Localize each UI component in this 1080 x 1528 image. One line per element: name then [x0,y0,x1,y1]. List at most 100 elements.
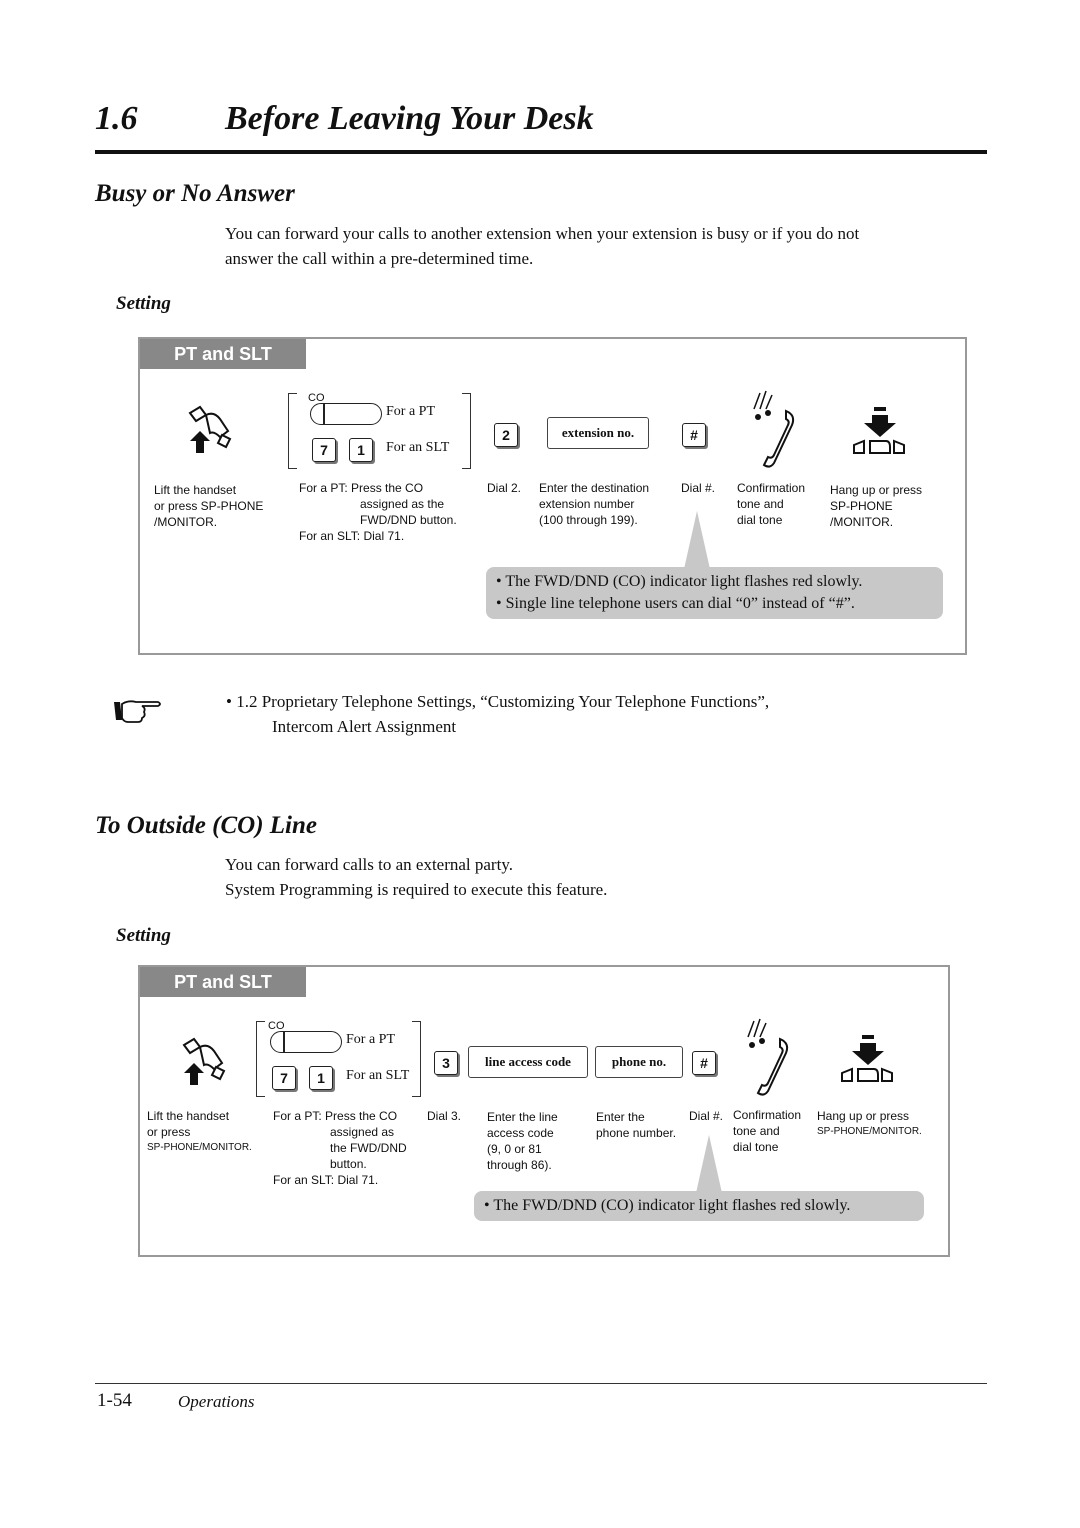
caption-line: SP-PHONE/MONITOR. [817,1126,922,1137]
note-item: • The FWD/DND (CO) indicator light flash… [484,1197,851,1214]
for-pt-label: For a PT [386,404,435,419]
for-slt-label: For an SLT [386,440,450,455]
step-hangup-caption: Hang up or press SP-PHONE /MONITOR. [830,482,922,530]
key-2[interactable]: 2 [494,423,518,447]
reference-text: 1.2 Proprietary Telephone Settings, “Cus… [236,692,770,711]
outside-title: To Outside (CO) Line [95,812,317,839]
page-number: 1-54 [97,1390,132,1411]
section-number: 1.6 [95,100,138,137]
bracket-left [288,393,297,469]
key-7[interactable]: 7 [272,1066,296,1090]
hang-up-icon [853,407,905,454]
caption-line: assigned as the [360,497,445,511]
caption-line: For a PT: Press the CO [273,1109,398,1123]
handset-lift-icon [182,1037,226,1085]
footer-section: Operations [178,1392,255,1411]
note-pointer [696,1135,722,1193]
bracket-left [256,1021,265,1097]
caption-line: Enter the destination [539,481,650,495]
busy-intro: You can forward your calls to another ex… [225,221,859,271]
co-button[interactable] [310,403,382,425]
step-tone-caption: Confirmation tone and dial tone [737,480,805,528]
outside-setting-label: Setting [116,925,171,946]
extension-no-field[interactable]: extension no. [547,417,649,449]
section-heading: 1.6 Before Leaving Your Desk [95,100,594,138]
key-1[interactable]: 1 [309,1066,333,1090]
key-7[interactable]: 7 [312,438,336,462]
co-button[interactable] [270,1031,342,1053]
outside-tab: PT and SLT [140,967,306,997]
caption-line: For an SLT: Dial 71. [299,529,405,543]
caption-line: or press [147,1125,191,1139]
reference-line: Intercom Alert Assignment [272,717,457,736]
step-dial3-caption: Dial 3. [427,1109,462,1123]
step-dialhash-caption: Dial #. [681,481,716,495]
caption-line: Confirmation [733,1108,802,1122]
key-hash[interactable]: # [692,1051,716,1075]
key-3[interactable]: 3 [434,1051,458,1075]
outside-notes: • The FWD/DND (CO) indicator light flash… [474,1191,924,1221]
busy-intro-line: answer the call within a pre-determined … [225,249,534,268]
caption-line: assigned as [330,1125,395,1139]
step-phone-caption: Enter the phone number. [596,1109,676,1141]
outside-procedure-panel: PT and SLT CO For a PT 7 1 For an SLT 3 … [138,965,950,1257]
note-item: • The FWD/DND (CO) indicator light flash… [496,573,863,590]
for-pt-label: For a PT [346,1032,395,1047]
step-lift-caption: Lift the handset or press SP-PHONE /MONI… [154,482,263,530]
caption-line: dial tone [737,513,783,527]
caption-line: dial tone [733,1140,779,1154]
note-text: The FWD/DND (CO) indicator light flashes… [505,573,863,590]
caption-line: or press SP-PHONE [154,499,264,513]
step-tone-caption: Confirmation tone and dial tone [733,1107,801,1155]
phone-no-field[interactable]: phone no. [595,1046,683,1078]
caption-line: Enter the [596,1110,645,1124]
caption-line: Hang up or press [817,1109,910,1123]
busy-tab: PT and SLT [140,339,306,369]
confirmation-tone-icon [747,1018,789,1096]
step-co-caption: For a PT: Press the CO assigned as the F… [273,1108,407,1188]
for-slt-label: For an SLT [346,1068,410,1083]
confirmation-tone-icon [753,390,795,468]
step-co-caption: For a PT: Press the CO assigned as the F… [299,480,457,544]
reference-line: • 1.2 Proprietary Telephone Settings, “C… [226,692,770,711]
caption-line: Hang up or press [830,483,923,497]
step-lac-caption: Enter the line access code (9, 0 or 81 t… [487,1109,558,1173]
caption-line: extension number [539,497,635,511]
caption-line: FWD/DND button. [360,513,457,527]
caption-line: SP-PHONE [830,499,893,513]
outside-intro-line: You can forward calls to an external par… [225,855,513,874]
heading-rule [95,150,987,154]
caption-line: For an SLT: Dial 71. [273,1173,379,1187]
bracket-right [462,393,471,469]
busy-intro-line: You can forward your calls to another ex… [225,224,860,243]
note-pointer [684,511,710,569]
note-item: • Single line telephone users can dial “… [496,595,855,612]
key-hash[interactable]: # [682,423,706,447]
caption-line: SP-PHONE/MONITOR. [147,1142,252,1153]
pointing-hand-icon [114,700,161,723]
step-hangup-caption: Hang up or press SP-PHONE/MONITOR. [817,1108,922,1140]
caption-line: access code [487,1126,554,1140]
caption-line: through 86). [487,1158,552,1172]
caption-line: tone and [733,1124,780,1138]
caption-line: /MONITOR. [830,515,894,529]
caption-line: (9, 0 or 81 [487,1142,542,1156]
caption-line: For a PT: Press the CO [299,481,424,495]
line-access-code-field[interactable]: line access code [468,1046,588,1078]
caption-line: (100 through 199). [539,513,638,527]
outside-intro-line: System Programming is required to execut… [225,880,608,899]
caption-line: /MONITOR. [154,515,218,529]
outside-intro: You can forward calls to an external par… [225,852,607,902]
key-1[interactable]: 1 [349,438,373,462]
busy-notes: • The FWD/DND (CO) indicator light flash… [486,567,943,619]
note-text: Single line telephone users can dial “0”… [505,595,855,612]
step-lift-caption: Lift the handset or press SP-PHONE/MONIT… [147,1108,252,1156]
step-ext-caption: Enter the destination extension number (… [539,480,649,528]
caption-line: the FWD/DND [330,1141,407,1155]
caption-line: Confirmation [737,481,806,495]
section-title: Before Leaving Your Desk [225,100,594,137]
step-dialhash-caption: Dial #. [689,1109,724,1123]
reference-note: • 1.2 Proprietary Telephone Settings, “C… [226,689,769,739]
bracket-right [412,1021,421,1097]
handset-lift-icon [188,405,232,453]
